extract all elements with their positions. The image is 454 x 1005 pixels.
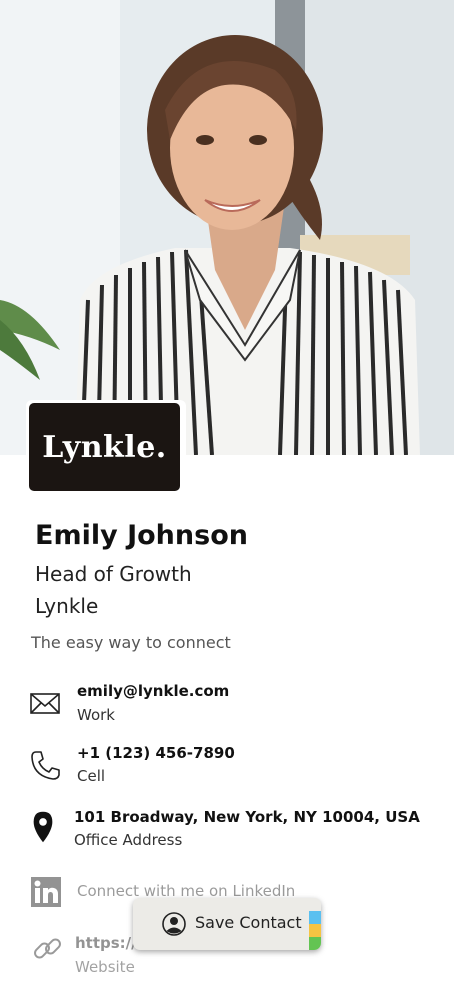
address-value[interactable]: 101 Broadway, New York, NY 10004, USA — [74, 808, 420, 826]
email-row[interactable]: emily@lynkle.com Work — [0, 680, 454, 724]
phone-value[interactable]: +1 (123) 456-7890 — [77, 744, 235, 762]
link-icon — [34, 938, 61, 959]
email-value[interactable]: emily@lynkle.com — [77, 682, 229, 700]
phone-row[interactable]: +1 (123) 456-7890 Cell — [0, 742, 454, 786]
save-contact-label: Save Contact — [195, 913, 302, 932]
user-circle-icon — [162, 912, 186, 936]
tagline: The easy way to connect — [31, 633, 231, 652]
phone-label: Cell — [77, 767, 106, 785]
location-pin-icon — [33, 811, 53, 843]
address-label: Office Address — [74, 831, 183, 849]
linkedin-icon — [31, 877, 61, 907]
website-label: Website — [75, 958, 135, 976]
phone-icon — [31, 751, 60, 780]
logo-badge: Lynkle. — [29, 403, 180, 491]
save-contact-button[interactable]: Save Contact — [133, 898, 321, 950]
job-title: Head of Growth — [35, 562, 192, 586]
company-logo: Lynkle. — [26, 400, 186, 497]
company-name: Lynkle — [35, 594, 99, 618]
email-label: Work — [77, 706, 115, 724]
address-row[interactable]: 101 Broadway, New York, NY 10004, USA Of… — [0, 806, 454, 852]
mail-icon — [30, 693, 60, 714]
website-value[interactable]: https://l — [75, 934, 142, 952]
profile-photo-illustration — [0, 0, 454, 455]
accent-stripe — [309, 898, 321, 950]
logo-text: Lynkle. — [42, 429, 167, 465]
contact-name: Emily Johnson — [35, 520, 248, 551]
profile-photo — [0, 0, 454, 455]
